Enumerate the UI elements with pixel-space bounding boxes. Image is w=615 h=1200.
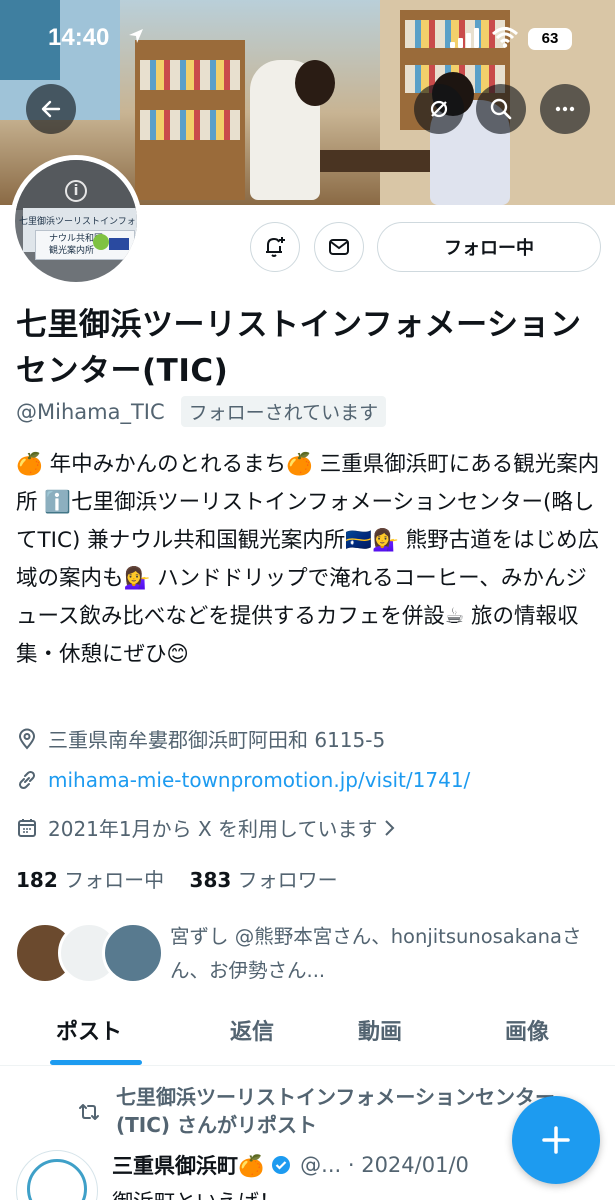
- post-header: 三重県御浜町🍊 @... · 2024/01/0: [112, 1150, 469, 1180]
- notify-button[interactable]: [250, 222, 300, 272]
- nauru-flag-icon: [109, 238, 129, 250]
- search-button[interactable]: [476, 84, 526, 134]
- post-author-name[interactable]: 三重県御浜町🍊: [112, 1150, 264, 1180]
- verified-icon: [272, 1156, 291, 1174]
- battery-indicator: 63: [528, 28, 572, 50]
- profile-bio: 🍊 年中みかんのとれるまち🍊 三重県御浜町にある観光案内所 ℹ️七里御浜ツーリス…: [16, 452, 600, 667]
- bell-plus-icon: [266, 237, 285, 257]
- link-icon: [18, 770, 36, 790]
- follows-you-badge: フォローされています: [180, 396, 387, 427]
- mute-notifications-button[interactable]: [414, 84, 464, 134]
- location-row: 三重県南牟婁郡御浜町阿田和 6115-5: [16, 724, 385, 753]
- mail-icon: [329, 239, 349, 255]
- followers-label: フォロワー: [237, 868, 338, 892]
- following-count: 182: [16, 868, 58, 892]
- back-button[interactable]: [26, 84, 76, 134]
- mutual-avatar: [102, 922, 164, 984]
- joined-text: 2021年1月から X を利用しています: [48, 817, 378, 841]
- followers-link[interactable]: 383 フォロワー: [190, 868, 338, 892]
- website-link[interactable]: mihama-mie-townpromotion.jp/visit/1741/: [48, 768, 470, 792]
- joined-row[interactable]: 2021年1月から X を利用しています: [16, 813, 407, 842]
- post-body[interactable]: 御浜町といえば！: [112, 1186, 280, 1200]
- wifi-icon: [492, 27, 518, 48]
- search-icon: [490, 98, 512, 120]
- location-arrow-icon: [129, 29, 143, 43]
- banner-books: [140, 110, 240, 140]
- handle-row: @Mihama_TIC フォローされています: [16, 396, 387, 427]
- avatar-sign-title: 七里御浜ツーリストインフォメーションセンター: [19, 217, 137, 227]
- cellular-signal-icon: [450, 28, 482, 48]
- following-button[interactable]: フォロー中: [377, 222, 601, 272]
- following-label: フォロー中: [64, 868, 165, 892]
- profile-tabs: ポスト 返信 動画 画像: [0, 1000, 615, 1066]
- mutual-followers-avatars[interactable]: [14, 922, 164, 986]
- status-time: 14:40: [48, 24, 110, 51]
- profile-name: 七里御浜ツーリストインフォメーションセンター(TIC): [16, 307, 582, 389]
- tab-videos[interactable]: 動画: [358, 1014, 402, 1046]
- profile-handle: @Mihama_TIC: [16, 399, 165, 424]
- location-icon: [18, 728, 36, 750]
- calendar-icon: [18, 818, 36, 837]
- back-arrow-icon: [41, 100, 61, 118]
- more-icon: [555, 106, 575, 112]
- avatar-logo: [93, 234, 109, 250]
- avatar-sign-line2: 観光案内所: [49, 246, 95, 256]
- following-link[interactable]: 182 フォロー中: [16, 868, 164, 892]
- more-button[interactable]: [540, 84, 590, 134]
- website-row[interactable]: mihama-mie-townpromotion.jp/visit/1741/: [16, 768, 470, 792]
- banner-books: [140, 60, 240, 90]
- banner-person-head: [295, 60, 335, 106]
- compose-button[interactable]: [512, 1096, 600, 1184]
- repost-icon: [79, 1104, 99, 1120]
- follow-counts: 182 フォロー中 383 フォロワー: [16, 864, 338, 893]
- no-notify-icon: [430, 100, 448, 118]
- profile-avatar[interactable]: i 七里御浜ツーリストインフォメーションセンター ナウル共和国 観光案内所: [10, 155, 142, 287]
- followers-count: 383: [189, 868, 232, 892]
- mutual-followers-text[interactable]: 宮ずし @熊野本宮さん、honjitsunosakanaさん、お伊勢さん...: [170, 920, 600, 988]
- info-icon: i: [65, 180, 87, 202]
- post-author-avatar[interactable]: [16, 1150, 98, 1200]
- location-text: 三重県南牟婁郡御浜町阿田和 6115-5: [48, 728, 386, 752]
- active-tab-indicator: [50, 1060, 142, 1065]
- post-meta: @... · 2024/01/0: [300, 1153, 469, 1177]
- town-seal-icon: [27, 1159, 87, 1200]
- tab-replies[interactable]: 返信: [230, 1014, 274, 1046]
- tab-posts[interactable]: ポスト: [56, 1014, 122, 1046]
- tab-media[interactable]: 画像: [505, 1014, 549, 1046]
- chevron-right-icon: [385, 819, 395, 836]
- compose-plus-icon: [542, 1126, 570, 1154]
- message-button[interactable]: [314, 222, 364, 272]
